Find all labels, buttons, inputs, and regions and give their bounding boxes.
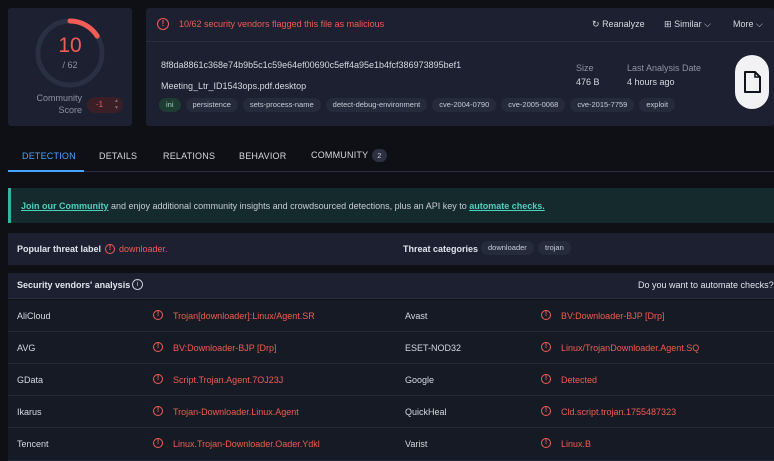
vendor-name: ESET-NOD32	[405, 343, 462, 353]
tag-chip[interactable]: cve-2015-7759	[570, 98, 635, 112]
vendor-result: BV:Downloader-BJP [Drp]	[561, 311, 665, 321]
file-name: Meeting_Ltr_ID1543ops.pdf.desktop	[161, 81, 307, 91]
vendor-row: AliCloud ! Trojan[downloader]:Linux/Agen…	[8, 300, 774, 332]
active-tab-indicator	[8, 170, 84, 172]
alert-icon: !	[105, 244, 115, 254]
alert-icon: !	[541, 406, 551, 416]
tab-detection[interactable]: DETECTION	[22, 151, 76, 161]
detection-score-card: 10 / 62 Community Score -1 ▲ ▼	[8, 8, 132, 126]
vendor-name: AVG	[17, 343, 36, 353]
vendor-name: Avast	[405, 311, 428, 321]
file-hash[interactable]: 8f8da8861c368e74b9b5c1c59e64ef00690c5eff…	[161, 60, 461, 70]
tab-bar: DETECTION DETAILS RELATIONS BEHAVIOR COM…	[8, 142, 774, 172]
tag-chip[interactable]: detect-debug-environment	[325, 98, 428, 112]
threat-category-chip[interactable]: trojan	[538, 241, 571, 255]
size-label: Size	[576, 63, 594, 73]
similar-button[interactable]: ⊞ Similar ⌵	[664, 19, 711, 30]
vendor-name: Google	[405, 375, 435, 385]
chevron-down-icon: ⌵	[704, 19, 711, 29]
vendor-name: QuickHeal	[405, 407, 447, 417]
similar-icon: ⊞	[664, 19, 672, 29]
info-icon[interactable]: i	[132, 279, 143, 290]
vendor-row: AVG ! BV:Downloader-BJP [Drp] ESET-NOD32…	[8, 332, 774, 364]
threat-categories-label: Threat categories	[403, 244, 479, 254]
chevron-down-icon: ⌵	[756, 19, 763, 29]
tag-chip[interactable]: cve-2004-0790	[432, 98, 497, 112]
file-tags: ini persistence sets-process-name detect…	[159, 98, 676, 112]
alert-icon: !	[153, 310, 163, 320]
malicious-alert-text: 10/62 security vendors flagged this file…	[179, 19, 385, 29]
popular-threat-value: downloader.	[119, 244, 168, 254]
vendor-row: Ikarus ! Trojan-Downloader.Linux.Agent Q…	[8, 396, 774, 428]
summary-header: ! 10/62 security vendors flagged this fi…	[146, 8, 774, 42]
vendors-analysis-header: Security vendors' analysis i Do you want…	[8, 273, 774, 299]
popular-threat-label: Popular threat label	[17, 244, 102, 254]
join-community-link[interactable]: Join our Community	[21, 201, 109, 211]
vendor-result: BV:Downloader-BJP [Drp]	[173, 343, 277, 353]
alert-icon: !	[153, 438, 163, 448]
vendor-result: Script.Trojan.Agent.7OJ23J	[173, 375, 284, 385]
last-analysis-label: Last Analysis Date	[627, 63, 702, 73]
tab-behavior[interactable]: BEHAVIOR	[239, 151, 286, 161]
vendor-result: Linux.B	[561, 439, 592, 449]
alert-icon: !	[153, 374, 163, 384]
alert-icon: !	[157, 18, 169, 30]
vendor-result: Cld.script.trojan.1755487323	[561, 407, 677, 417]
vendor-name: Tencent	[17, 439, 49, 449]
community-count-badge: 2	[372, 149, 387, 162]
vendors-analysis-title: Security vendors' analysis	[17, 280, 131, 290]
vendor-result: Linux.Trojan-Downloader.Oader.Ydkl	[173, 439, 320, 449]
alert-icon: !	[541, 438, 551, 448]
alert-icon: !	[153, 406, 163, 416]
alert-icon: !	[153, 342, 163, 352]
tag-chip[interactable]: cve-2005-0068	[501, 98, 566, 112]
vendor-row: GData ! Script.Trojan.Agent.7OJ23J Googl…	[8, 364, 774, 396]
last-analysis-value: 4 hours ago	[627, 77, 675, 87]
detection-total: / 62	[62, 60, 78, 70]
tag-chip[interactable]: ini	[159, 98, 181, 112]
tag-chip[interactable]: exploit	[639, 98, 676, 112]
tab-details[interactable]: DETAILS	[99, 151, 137, 161]
automate-checks-link[interactable]: automate checks.	[469, 201, 545, 211]
tab-relations[interactable]: RELATIONS	[163, 151, 215, 161]
community-banner: Join our Community and enjoy additional …	[8, 188, 774, 223]
vendor-name: AliCloud	[17, 311, 51, 321]
refresh-icon: ↻	[592, 19, 600, 29]
vendor-row: Tencent ! Linux.Trojan-Downloader.Oader.…	[8, 428, 774, 461]
vendor-result: Detected	[561, 375, 598, 385]
vendor-name: Varist	[405, 439, 428, 449]
threat-summary: Popular threat label ! downloader. Threa…	[8, 233, 774, 265]
document-icon	[735, 55, 769, 109]
threat-category-chip[interactable]: downloader	[481, 241, 534, 255]
community-score-control[interactable]: -1 ▲ ▼	[87, 97, 123, 113]
tab-community[interactable]: COMMUNITY 2	[311, 149, 387, 162]
community-score-value: -1	[96, 100, 104, 109]
tag-chip[interactable]: sets-process-name	[242, 98, 321, 112]
alert-icon: !	[541, 310, 551, 320]
vendor-result: Linux/TrojanDownloader.Agent.SQ	[561, 343, 700, 353]
alert-icon: !	[541, 374, 551, 384]
tag-chip[interactable]: persistence	[185, 98, 238, 112]
automate-checks-prompt[interactable]: Do you want to automate checks?	[638, 280, 774, 290]
more-button[interactable]: More ⌵	[733, 19, 763, 30]
alert-icon: !	[541, 342, 551, 352]
size-value: 476 B	[576, 77, 600, 87]
vendor-name: Ikarus	[17, 407, 42, 417]
vendor-result: Trojan-Downloader.Linux.Agent	[173, 407, 299, 417]
file-summary-card: ! 10/62 security vendors flagged this fi…	[146, 8, 774, 126]
vendor-result: Trojan[downloader]:Linux/Agent.SR	[173, 311, 315, 321]
banner-text: Join our Community and enjoy additional …	[21, 201, 545, 211]
vendor-name: GData	[17, 375, 44, 385]
vote-arrows-icon[interactable]: ▲ ▼	[114, 98, 119, 112]
community-score-label: Community Score	[36, 93, 82, 115]
detection-count: 10	[58, 34, 82, 57]
reanalyze-button[interactable]: ↻ Reanalyze	[592, 19, 645, 30]
